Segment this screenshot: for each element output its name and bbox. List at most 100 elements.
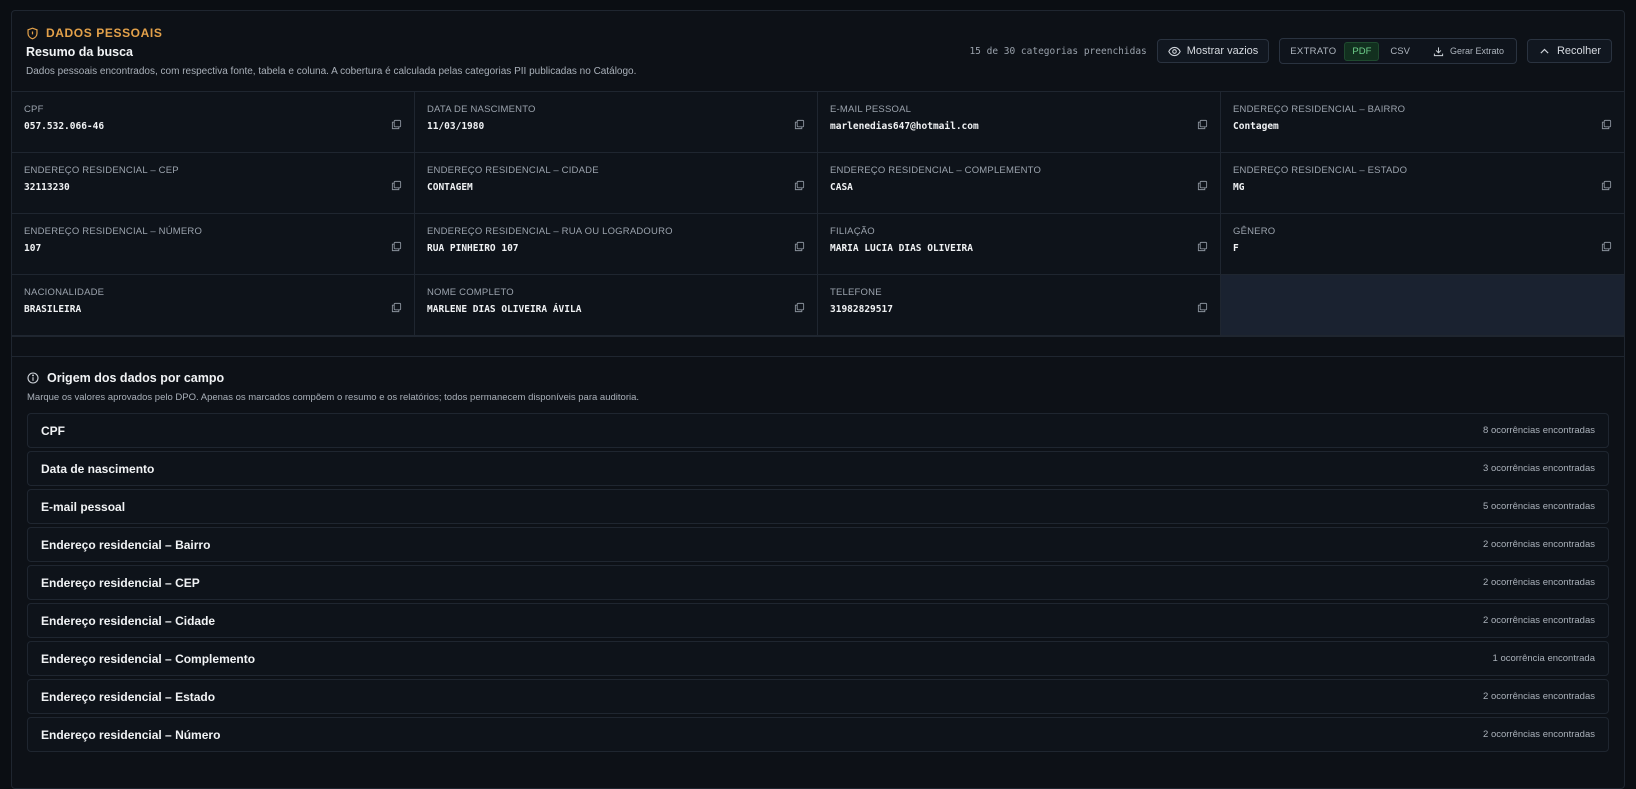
personal-data-panel: DADOS PESSOAIS Resumo da busca Dados pes…	[11, 10, 1625, 789]
field-cell-parentage: FILIAÇÃO MARIA LUCIA DIAS OLIVEIRA	[818, 214, 1221, 275]
origin-item-count: 3 ocorrências encontradas	[1483, 463, 1595, 474]
download-icon	[1433, 46, 1444, 56]
field-cell-city: ENDEREÇO RESIDENCIAL – CIDADE CONTAGEM	[415, 153, 818, 214]
origin-item-cep[interactable]: Endereço residencial – CEP 2 ocorrências …	[27, 565, 1609, 600]
field-cell-empty	[1221, 275, 1624, 336]
origin-item-name: Data de nascimento	[41, 461, 155, 476]
origin-item-state[interactable]: Endereço residencial – Estado 2 ocorrênci…	[27, 679, 1609, 714]
summary-title: Resumo da busca	[26, 45, 133, 59]
shield-icon	[27, 27, 38, 39]
copy-icon[interactable]	[391, 119, 402, 130]
field-cell-cpf: CPF 057.532.066-46	[12, 92, 415, 153]
copy-icon[interactable]	[1197, 302, 1208, 313]
copy-icon[interactable]	[1601, 119, 1612, 130]
field-label: ENDEREÇO RESIDENCIAL – NÚMERO	[24, 226, 203, 237]
field-value: MG	[1233, 182, 1245, 193]
copy-icon[interactable]	[391, 302, 402, 313]
field-label: NACIONALIDADE	[24, 287, 105, 298]
copy-icon[interactable]	[391, 180, 402, 191]
field-label: ENDEREÇO RESIDENCIAL – ESTADO	[1233, 165, 1408, 176]
field-label: DATA DE NASCIMENTO	[427, 104, 536, 115]
info-icon	[27, 372, 39, 384]
field-cell-neighborhood: ENDEREÇO RESIDENCIAL – BAIRRO Contagem	[1221, 92, 1624, 153]
field-value: marlenedias647@hotmail.com	[830, 121, 979, 132]
copy-icon[interactable]	[1197, 180, 1208, 191]
origin-item-count: 2 ocorrências encontradas	[1483, 539, 1595, 550]
generate-extract-button[interactable]: Gerar Extrato	[1421, 46, 1510, 57]
field-label: FILIAÇÃO	[830, 226, 875, 237]
origin-item-email[interactable]: E-mail pessoal 5 ocorrências encontradas	[27, 489, 1609, 524]
field-value: MARIA LUCIA DIAS OLIVEIRA	[830, 243, 973, 254]
field-cell-full-name: NOME COMPLETO MARLENE DIAS OLIVEIRA ÁVILA	[415, 275, 818, 336]
collapse-label: Recolher	[1556, 45, 1601, 57]
origin-item-count: 2 ocorrências encontradas	[1483, 729, 1595, 740]
origin-item-birthdate[interactable]: Data de nascimento 3 ocorrências encontra…	[27, 451, 1609, 486]
field-value: RUA PINHEIRO 107	[427, 243, 519, 254]
origin-title: Origem dos dados por campo	[27, 371, 1609, 385]
field-value: 057.532.066-46	[24, 121, 105, 132]
format-csv-toggle[interactable]: CSV	[1383, 43, 1417, 60]
field-value: 32113230	[24, 182, 70, 193]
origin-item-complement[interactable]: Endereço residencial – Complemento 1 ocor…	[27, 641, 1609, 676]
field-value: 31982829517	[830, 304, 893, 315]
summary-header: DADOS PESSOAIS Resumo da busca Dados pes…	[12, 11, 1624, 92]
field-value: Contagem	[1233, 121, 1279, 132]
field-label: GÊNERO	[1233, 226, 1276, 237]
origin-item-count: 2 ocorrências encontradas	[1483, 577, 1595, 588]
origin-item-cpf[interactable]: CPF 8 ocorrências encontradas	[27, 413, 1609, 448]
origin-item-name: Endereço residencial – Complemento	[41, 651, 256, 666]
copy-icon[interactable]	[1601, 241, 1612, 252]
field-cell-birthdate: DATA DE NASCIMENTO 11/03/1980	[415, 92, 818, 153]
origin-item-name: CPF	[41, 423, 65, 438]
fields-grid: CPF 057.532.066-46 DATA DE NASCIMENTO 11/0…	[12, 92, 1624, 337]
field-value: 11/03/1980	[427, 121, 485, 132]
copy-icon[interactable]	[794, 241, 805, 252]
origin-item-name: E-mail pessoal	[41, 499, 126, 514]
origin-item-name: Endereço residencial – Número	[41, 727, 221, 742]
field-value: F	[1233, 243, 1239, 254]
field-cell-street: ENDEREÇO RESIDENCIAL – RUA OU LOGRADOURO…	[415, 214, 818, 275]
field-cell-complement: ENDEREÇO RESIDENCIAL – COMPLEMENTO CASA	[818, 153, 1221, 214]
field-label: E-MAIL PESSOAL	[830, 104, 912, 115]
field-label: CPF	[24, 104, 44, 115]
origin-item-number[interactable]: Endereço residencial – Número 2 ocorrênci…	[27, 717, 1609, 752]
field-value: CASA	[830, 182, 853, 193]
summary-description: Dados pessoais encontrados, com respecti…	[26, 66, 637, 77]
copy-icon[interactable]	[1197, 241, 1208, 252]
field-label: ENDEREÇO RESIDENCIAL – COMPLEMENTO	[830, 165, 1042, 176]
copy-icon[interactable]	[1601, 180, 1612, 191]
origin-item-name: Endereço residencial – CEP	[41, 575, 200, 590]
origin-item-name: Endereço residencial – Bairro	[41, 537, 211, 552]
extract-group: EXTRATO PDF CSV Gerar Extrato	[1279, 38, 1517, 64]
copy-icon[interactable]	[794, 119, 805, 130]
format-pdf-toggle[interactable]: PDF	[1344, 41, 1380, 61]
field-cell-number: ENDEREÇO RESIDENCIAL – NÚMERO 107	[12, 214, 415, 275]
field-label: ENDEREÇO RESIDENCIAL – RUA OU LOGRADOURO	[427, 226, 673, 237]
origin-item-count: 2 ocorrências encontradas	[1483, 615, 1595, 626]
copy-icon[interactable]	[794, 180, 805, 191]
field-cell-cep: ENDEREÇO RESIDENCIAL – CEP 32113230	[12, 153, 415, 214]
copy-icon[interactable]	[1197, 119, 1208, 130]
origin-description: Marque os valores aprovados pelo DPO. Ap…	[27, 392, 640, 403]
origin-item-neighborhood[interactable]: Endereço residencial – Bairro 2 ocorrênci…	[27, 527, 1609, 562]
grid-spacer	[12, 337, 1624, 357]
copy-icon[interactable]	[391, 241, 402, 252]
eye-icon	[1167, 46, 1181, 56]
origin-item-count: 5 ocorrências encontradas	[1483, 501, 1595, 512]
show-empty-button[interactable]: Mostrar vazios	[1156, 39, 1270, 63]
field-cell-gender: GÊNERO F	[1221, 214, 1624, 275]
collapse-button[interactable]: Recolher	[1526, 39, 1612, 63]
data-origin-section: Origem dos dados por campo Marque os val…	[12, 371, 1624, 752]
section-tag: DADOS PESSOAIS	[26, 26, 162, 40]
field-cell-email: E-MAIL PESSOAL marlenedias647@hotmail.com	[818, 92, 1221, 153]
field-label: TELEFONE	[830, 287, 882, 298]
field-value: MARLENE DIAS OLIVEIRA ÁVILA	[427, 304, 582, 315]
generate-extract-label: Gerar Extrato	[1449, 46, 1504, 56]
origin-item-city[interactable]: Endereço residencial – Cidade 2 ocorrênci…	[27, 603, 1609, 638]
field-label: ENDEREÇO RESIDENCIAL – BAIRRO	[1233, 104, 1406, 115]
origin-item-name: Endereço residencial – Cidade	[41, 613, 216, 628]
origin-item-name: Endereço residencial – Estado	[41, 689, 216, 704]
field-cell-phone: TELEFONE 31982829517	[818, 275, 1221, 336]
field-value: 107	[24, 243, 42, 254]
copy-icon[interactable]	[794, 302, 805, 313]
